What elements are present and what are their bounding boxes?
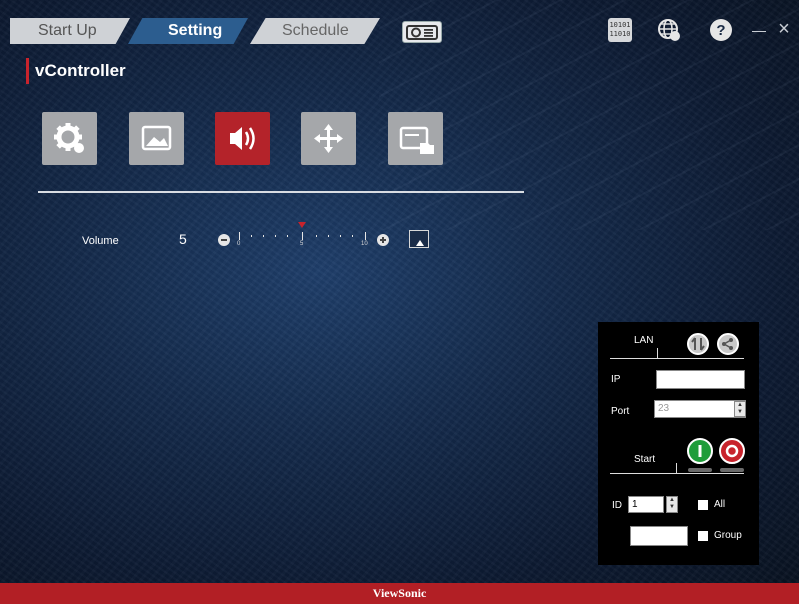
close-icon[interactable]: ×	[775, 19, 793, 39]
slider-tick	[352, 235, 353, 237]
all-checkbox[interactable]	[698, 500, 708, 510]
slider-tick	[365, 232, 366, 240]
volume-slider-thumb[interactable]	[298, 222, 306, 228]
position-settings-button[interactable]	[301, 112, 356, 165]
globe-icon[interactable]	[657, 18, 681, 42]
audio-settings-button[interactable]	[215, 112, 270, 165]
group-checkbox[interactable]	[698, 531, 708, 541]
image-icon	[141, 125, 172, 151]
ip-label: IP	[611, 374, 621, 385]
tab-setting-label[interactable]: Setting	[168, 18, 222, 44]
port-input[interactable]: 23	[654, 400, 746, 418]
slider-mid-label: 5	[300, 241, 304, 247]
slider-tick	[340, 235, 341, 237]
group-label: Group	[714, 530, 742, 541]
volume-label: Volume	[82, 235, 119, 247]
start-marker	[676, 463, 677, 473]
minimize-icon[interactable]	[752, 31, 766, 32]
slider-min-label: 0	[237, 241, 241, 247]
screen-folder-icon	[399, 126, 434, 154]
lan-divider	[610, 358, 744, 359]
slider-tick	[275, 235, 276, 237]
start-label: Start	[634, 454, 656, 465]
slider-tick	[287, 235, 288, 237]
share-icon[interactable]	[717, 333, 739, 355]
speaker-icon	[230, 127, 255, 150]
section-divider	[38, 191, 524, 193]
lan-toggle-marker	[657, 348, 658, 358]
slider-tick	[328, 235, 329, 237]
slider-tick	[263, 235, 264, 237]
slider-tick	[302, 232, 303, 240]
brand-logo: ViewSonic	[372, 586, 427, 600]
title-accent-bar	[26, 58, 29, 84]
move-arrows-icon	[314, 124, 343, 153]
slider-tick	[316, 235, 317, 237]
tab-startup-label[interactable]: Start Up	[38, 18, 97, 44]
connection-panel: LAN IP Port 23 ▲ ▼ Start ID 1 ▲ ▼ All Gr…	[598, 322, 759, 565]
help-icon[interactable]: ?	[709, 18, 733, 42]
id-label: ID	[612, 500, 622, 511]
slider-tick	[239, 232, 240, 240]
general-settings-button[interactable]	[42, 112, 97, 165]
display-settings-button[interactable]	[388, 112, 443, 165]
svg-text:?: ?	[716, 22, 725, 39]
footer-bar: ViewSonic	[0, 583, 799, 604]
volume-mute-button[interactable]	[409, 230, 429, 248]
lan-connect-icon[interactable]	[687, 333, 709, 355]
stop-indicator	[720, 468, 744, 472]
port-label: Port	[611, 406, 630, 417]
gear-icon	[54, 123, 84, 153]
port-stepper[interactable]: ▲ ▼	[734, 401, 746, 417]
volume-decrease-button[interactable]	[218, 234, 230, 246]
stop-icon[interactable]	[719, 438, 745, 464]
all-label: All	[714, 499, 726, 510]
binary-icon[interactable]: 10101 11010	[608, 18, 632, 42]
projector-icon[interactable]	[402, 21, 442, 43]
volume-slider[interactable]: 0 5 10	[236, 222, 372, 252]
tab-schedule-label[interactable]: Schedule	[282, 18, 349, 44]
lan-label: LAN	[634, 335, 654, 346]
ip-input[interactable]	[656, 370, 745, 389]
slider-max-label: 10	[361, 241, 368, 247]
start-icon[interactable]	[687, 438, 713, 464]
id-stepper[interactable]: ▲ ▼	[666, 496, 678, 513]
app-window: Start Up Setting Schedule 10101 11010 ? ×	[0, 0, 799, 604]
start-indicator	[688, 468, 712, 472]
slider-tick	[251, 235, 252, 237]
volume-increase-button[interactable]	[377, 234, 389, 246]
image-settings-button[interactable]	[129, 112, 184, 165]
id-input[interactable]: 1	[628, 496, 664, 513]
group-input[interactable]	[630, 526, 688, 546]
volume-value: 5	[179, 231, 187, 247]
start-divider	[610, 473, 744, 474]
page-title: vController	[35, 61, 126, 80]
